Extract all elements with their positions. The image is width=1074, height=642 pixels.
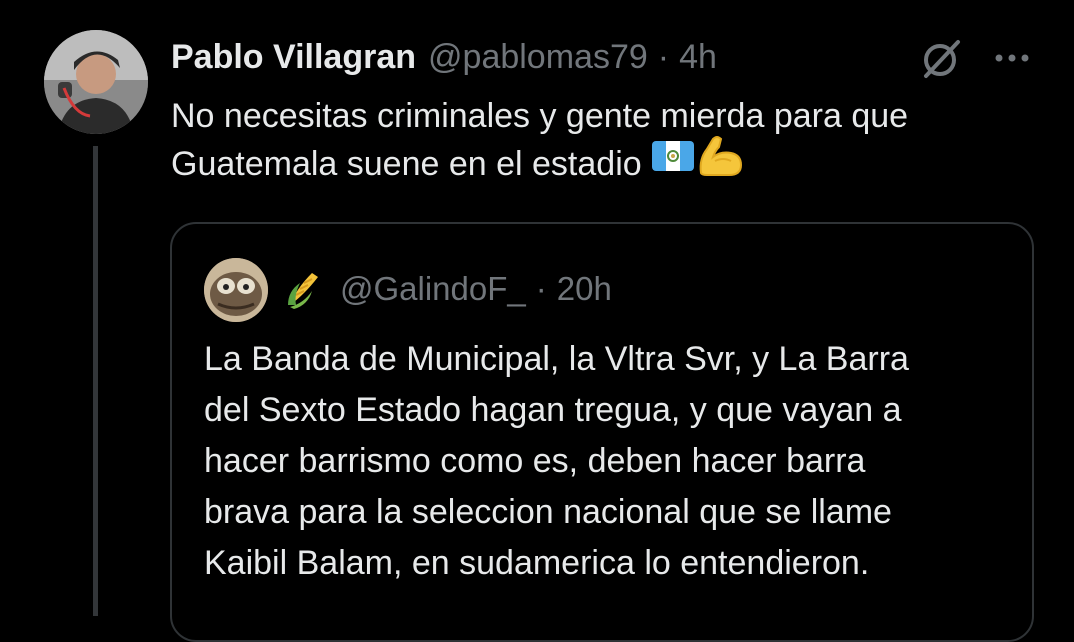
- grok-icon[interactable]: [918, 36, 966, 82]
- quoted-author-handle[interactable]: @GalindoF_: [340, 270, 526, 308]
- quoted-tweet-header: @GalindoF_ · 20h: [282, 264, 612, 314]
- tweet-header: Pablo Villagran @pablomas79 · 4h: [171, 34, 717, 80]
- tweet-text-line: Guatemala suene en el estadio: [171, 145, 642, 183]
- quoted-text-line: La Banda de Municipal, la Vltra Svr, y L…: [204, 340, 909, 378]
- tweet-text-line: No necesitas criminales y gente mierda p…: [171, 97, 909, 135]
- quoted-tweet-timestamp[interactable]: 20h: [557, 270, 612, 308]
- corn-icon: [282, 265, 326, 314]
- tweet-timestamp[interactable]: 4h: [679, 38, 717, 77]
- quoted-text-line: Kaibil Balam, en sudamerica lo entendier…: [204, 544, 870, 582]
- separator-dot: ·: [535, 270, 547, 307]
- quoted-text-line: hacer barrismo como es, deben hacer barr…: [204, 442, 866, 480]
- quoted-tweet-text: La Banda de Municipal, la Vltra Svr, y L…: [204, 334, 1024, 589]
- quoted-author-avatar[interactable]: [204, 258, 268, 322]
- author-handle[interactable]: @pablomas79: [428, 38, 648, 77]
- more-options-icon[interactable]: [990, 36, 1034, 80]
- tweet-text: No necesitas criminales y gente mierda p…: [171, 92, 1051, 192]
- thread-line: [93, 146, 98, 616]
- quoted-tweet-card[interactable]: @GalindoF_ · 20h La Banda de Municipal, …: [170, 222, 1034, 642]
- author-display-name[interactable]: Pablo Villagran: [171, 38, 416, 77]
- tweet-text-line-with-emoji: Guatemala suene en el estadio: [171, 135, 1051, 192]
- tweet[interactable]: Pablo Villagran @pablomas79 · 4h No nece…: [0, 0, 1074, 642]
- author-avatar[interactable]: [44, 30, 148, 134]
- flexed-biceps-icon: [695, 133, 745, 192]
- separator-dot: ·: [657, 37, 670, 76]
- quoted-text-line: brava para la seleccion nacional que se …: [204, 493, 892, 531]
- guatemala-flag-icon: [651, 138, 695, 187]
- quoted-text-line: del Sexto Estado hagan tregua, y que vay…: [204, 391, 902, 429]
